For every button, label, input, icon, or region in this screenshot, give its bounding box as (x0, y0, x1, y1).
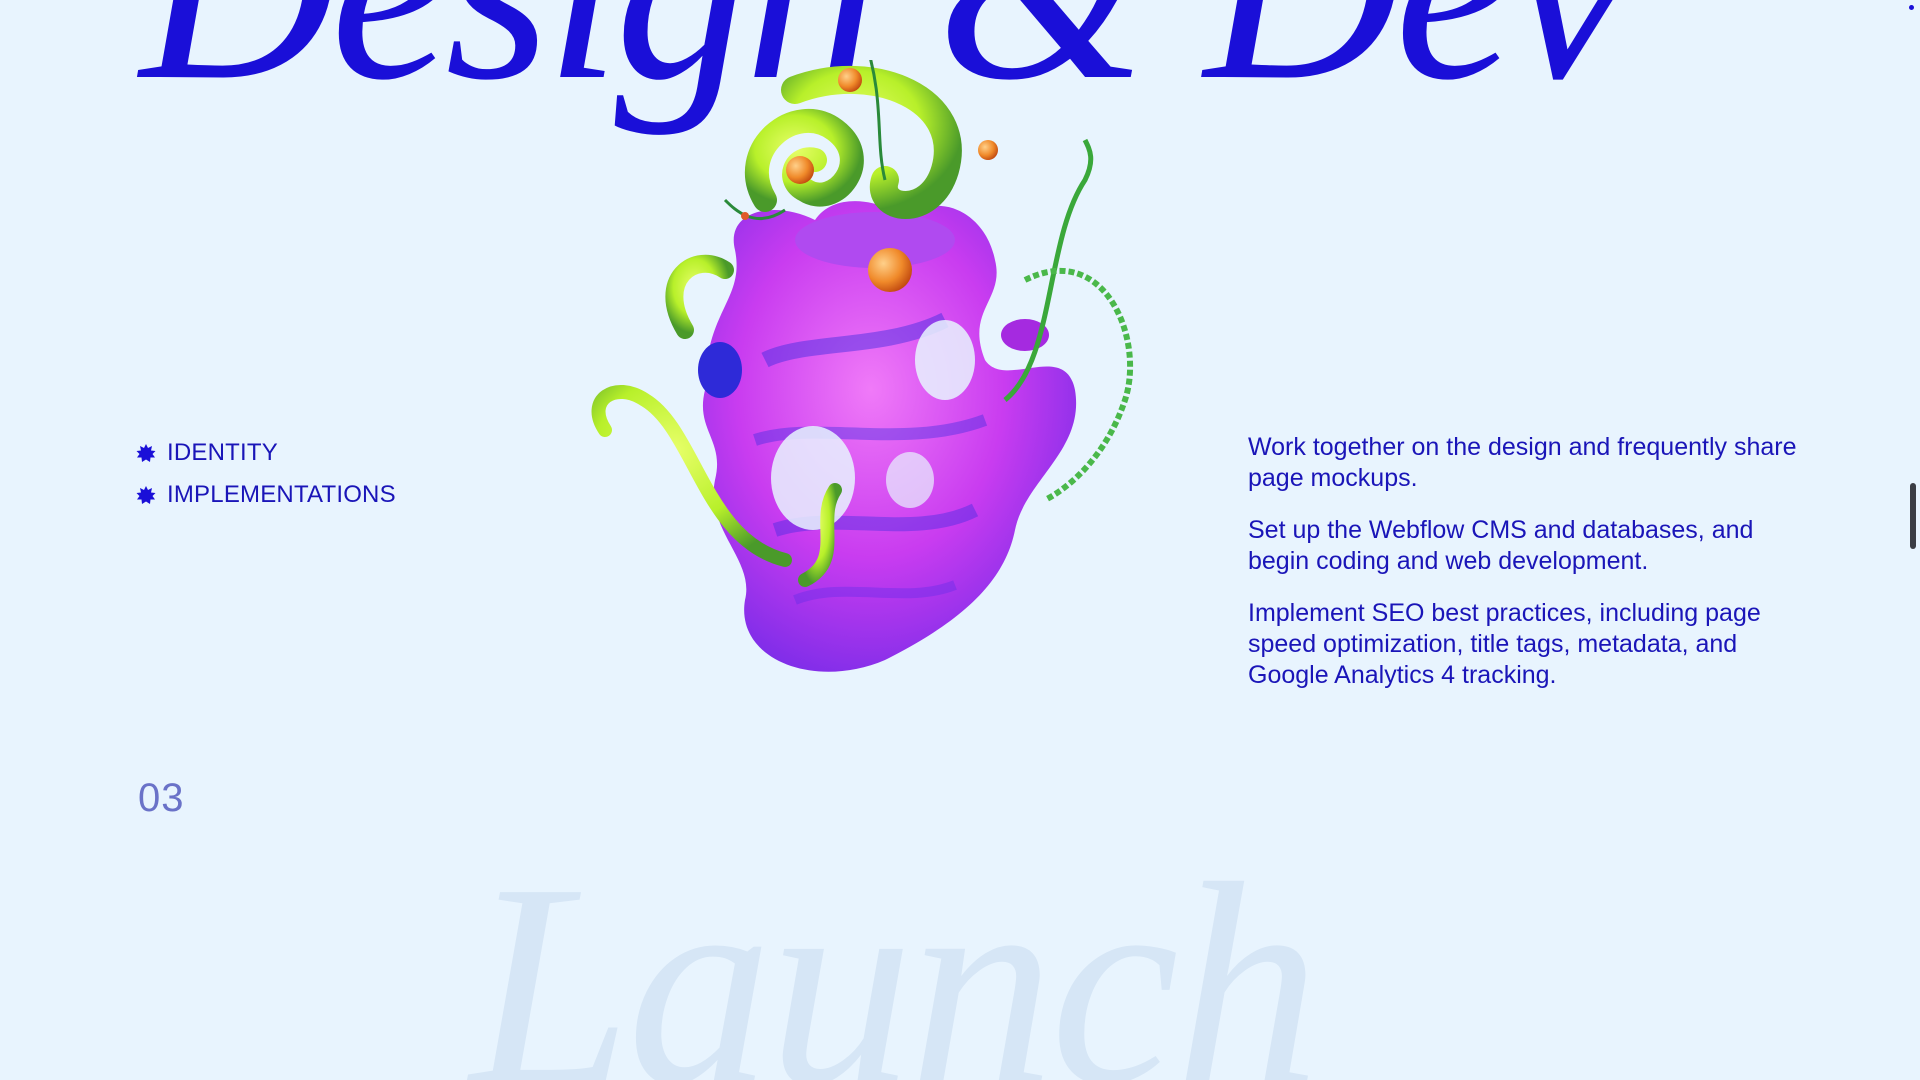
page: Design & Dev (0, 0, 1920, 1080)
tag-label: IDENTITY (167, 439, 278, 466)
tag-item-identity: IDENTITY (136, 432, 396, 474)
tag-label: IMPLEMENTATIONS (167, 481, 396, 508)
abstract-3d-sculpture-image (591, 60, 1134, 672)
scrollbar[interactable] (1906, 0, 1920, 1080)
starburst-bullet-icon (136, 444, 156, 462)
step-number: 03 (138, 776, 185, 820)
starburst-bullet-icon (136, 486, 156, 504)
tag-item-implementations: IMPLEMENTATIONS (136, 474, 396, 516)
description-paragraph: Implement SEO best practices, including … (1248, 599, 1761, 689)
scrollbar-thumb[interactable] (1910, 483, 1916, 549)
service-tags: IDENTITY IMPLEMENTATIONS (136, 432, 396, 516)
description-paragraph: Set up the Webflow CMS and databases, an… (1248, 516, 1754, 575)
corner-dot (1909, 5, 1914, 10)
next-section-title: Launch (470, 824, 1320, 1080)
step-description: Work together on the design and frequent… (1248, 432, 1808, 712)
description-paragraph: Work together on the design and frequent… (1248, 433, 1797, 492)
